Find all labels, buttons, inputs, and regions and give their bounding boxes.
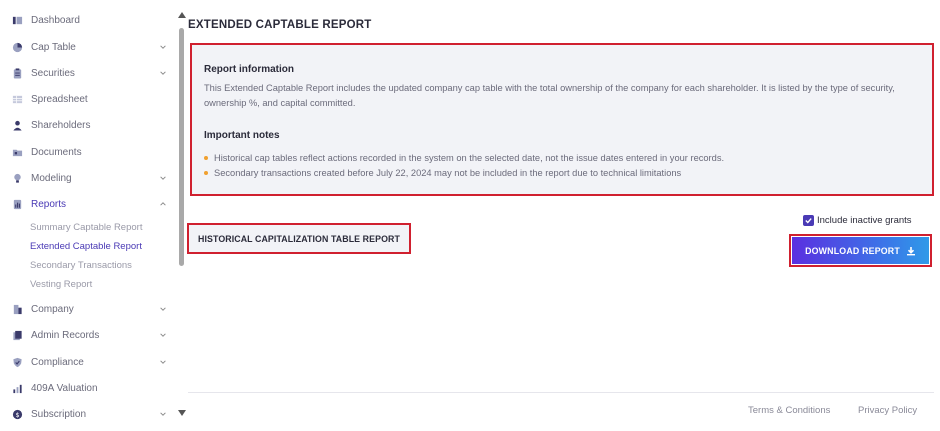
sidebar-item-spreadsheet[interactable]: Spreadsheet [12, 90, 172, 108]
pie-chart-icon [12, 42, 23, 53]
page-title: EXTENDED CAPTABLE REPORT [188, 19, 372, 31]
sidebar-item-label: Company [31, 303, 74, 315]
dashboard-icon [12, 15, 23, 26]
sidebar-item-shareholders[interactable]: Shareholders [12, 116, 172, 134]
subscription-icon: $ [12, 409, 23, 420]
sidebar-subitem-secondary-transactions[interactable]: Secondary Transactions [30, 260, 132, 271]
chevron-up-icon [158, 199, 168, 209]
bullet-dot-icon [204, 156, 208, 160]
person-icon [12, 120, 23, 131]
include-inactive-grants-checkbox[interactable]: Include inactive grants [803, 215, 912, 226]
important-notes-heading: Important notes [204, 130, 280, 141]
bullet-dot-icon [204, 171, 208, 175]
sidebar-item-dashboard[interactable]: Dashboard [12, 11, 172, 29]
report-icon [12, 199, 23, 210]
report-info-panel: Report information This Extended Captabl… [190, 43, 934, 196]
sidebar: Dashboard Cap Table Securities Spreadshe… [0, 0, 176, 431]
sidebar-item-label: Subscription [31, 408, 87, 420]
chevron-down-icon [158, 330, 168, 340]
sidebar-item-label: Cap Table [31, 41, 76, 53]
report-info-heading: Report information [204, 64, 294, 75]
sidebar-item-label: Documents [31, 146, 82, 158]
report-info-text: This Extended Captable Report includes t… [204, 83, 895, 108]
sidebar-item-label: Compliance [31, 356, 84, 368]
sidebar-item-modeling[interactable]: Modeling [12, 169, 172, 187]
clipboard-icon [12, 67, 23, 79]
scroll-up-arrow-icon[interactable] [178, 12, 186, 18]
sidebar-item-label: Dashboard [31, 14, 80, 26]
terms-and-conditions-link[interactable]: Terms & Conditions [748, 405, 830, 416]
svg-text:$: $ [15, 410, 19, 418]
sidebar-item-compliance[interactable]: Compliance [12, 353, 172, 371]
note-text: Secondary transactions created before Ju… [214, 168, 682, 178]
sidebar-item-cap-table[interactable]: Cap Table [12, 38, 172, 56]
sidebar-item-409a-valuation[interactable]: 409A Valuation [12, 379, 172, 397]
download-report-label: DOWNLOAD REPORT [805, 245, 900, 256]
important-note-item: Secondary transactions created before Ju… [204, 168, 681, 178]
spreadsheet-icon [12, 94, 23, 105]
scroll-down-arrow-icon[interactable] [178, 410, 186, 416]
sidebar-subitem-extended-captable-report[interactable]: Extended Captable Report [30, 241, 142, 252]
sidebar-item-company[interactable]: Company [12, 300, 172, 318]
lightbulb-icon [12, 173, 23, 184]
checkbox-checked-icon[interactable] [803, 215, 814, 226]
sidebar-item-label: Shareholders [31, 119, 91, 131]
sidebar-item-label: 409A Valuation [31, 382, 98, 394]
sidebar-item-documents[interactable]: Documents [12, 143, 172, 161]
valuation-icon [12, 383, 23, 394]
chevron-down-icon [158, 173, 168, 183]
sidebar-subitem-vesting-report[interactable]: Vesting Report [30, 279, 92, 290]
important-note-item: Historical cap tables reflect actions re… [204, 153, 724, 163]
records-icon [12, 330, 23, 341]
note-text: Historical cap tables reflect actions re… [214, 153, 725, 163]
footer-divider [188, 392, 934, 393]
folder-icon [12, 147, 23, 158]
chevron-down-icon [158, 42, 168, 52]
download-report-button[interactable]: DOWNLOAD REPORT [792, 237, 929, 264]
sidebar-item-reports[interactable]: Reports [12, 195, 172, 213]
chevron-down-icon [158, 304, 168, 314]
chevron-down-icon [158, 409, 168, 419]
sidebar-item-label: Modeling [31, 172, 72, 184]
shield-icon [12, 357, 23, 368]
sidebar-item-label: Admin Records [31, 329, 100, 341]
historical-cap-table-report-button[interactable]: HISTORICAL CAPITALIZATION TABLE REPORT [187, 223, 411, 254]
include-inactive-grants-label: Include inactive grants [817, 215, 912, 226]
sidebar-item-label: Securities [31, 67, 75, 79]
sidebar-item-subscription[interactable]: $ Subscription [12, 405, 172, 423]
chevron-down-icon [158, 357, 168, 367]
sidebar-subitem-summary-captable-report[interactable]: Summary Captable Report [30, 222, 142, 233]
download-icon [906, 246, 915, 255]
privacy-policy-link[interactable]: Privacy Policy [858, 405, 917, 416]
chevron-down-icon [158, 68, 168, 78]
sidebar-item-label: Reports [31, 198, 67, 210]
building-icon [12, 304, 23, 315]
sidebar-item-securities[interactable]: Securities [12, 64, 172, 82]
scrollbar-thumb[interactable] [179, 28, 184, 266]
sidebar-item-admin-records[interactable]: Admin Records [12, 326, 172, 344]
sidebar-item-label: Spreadsheet [31, 93, 88, 105]
